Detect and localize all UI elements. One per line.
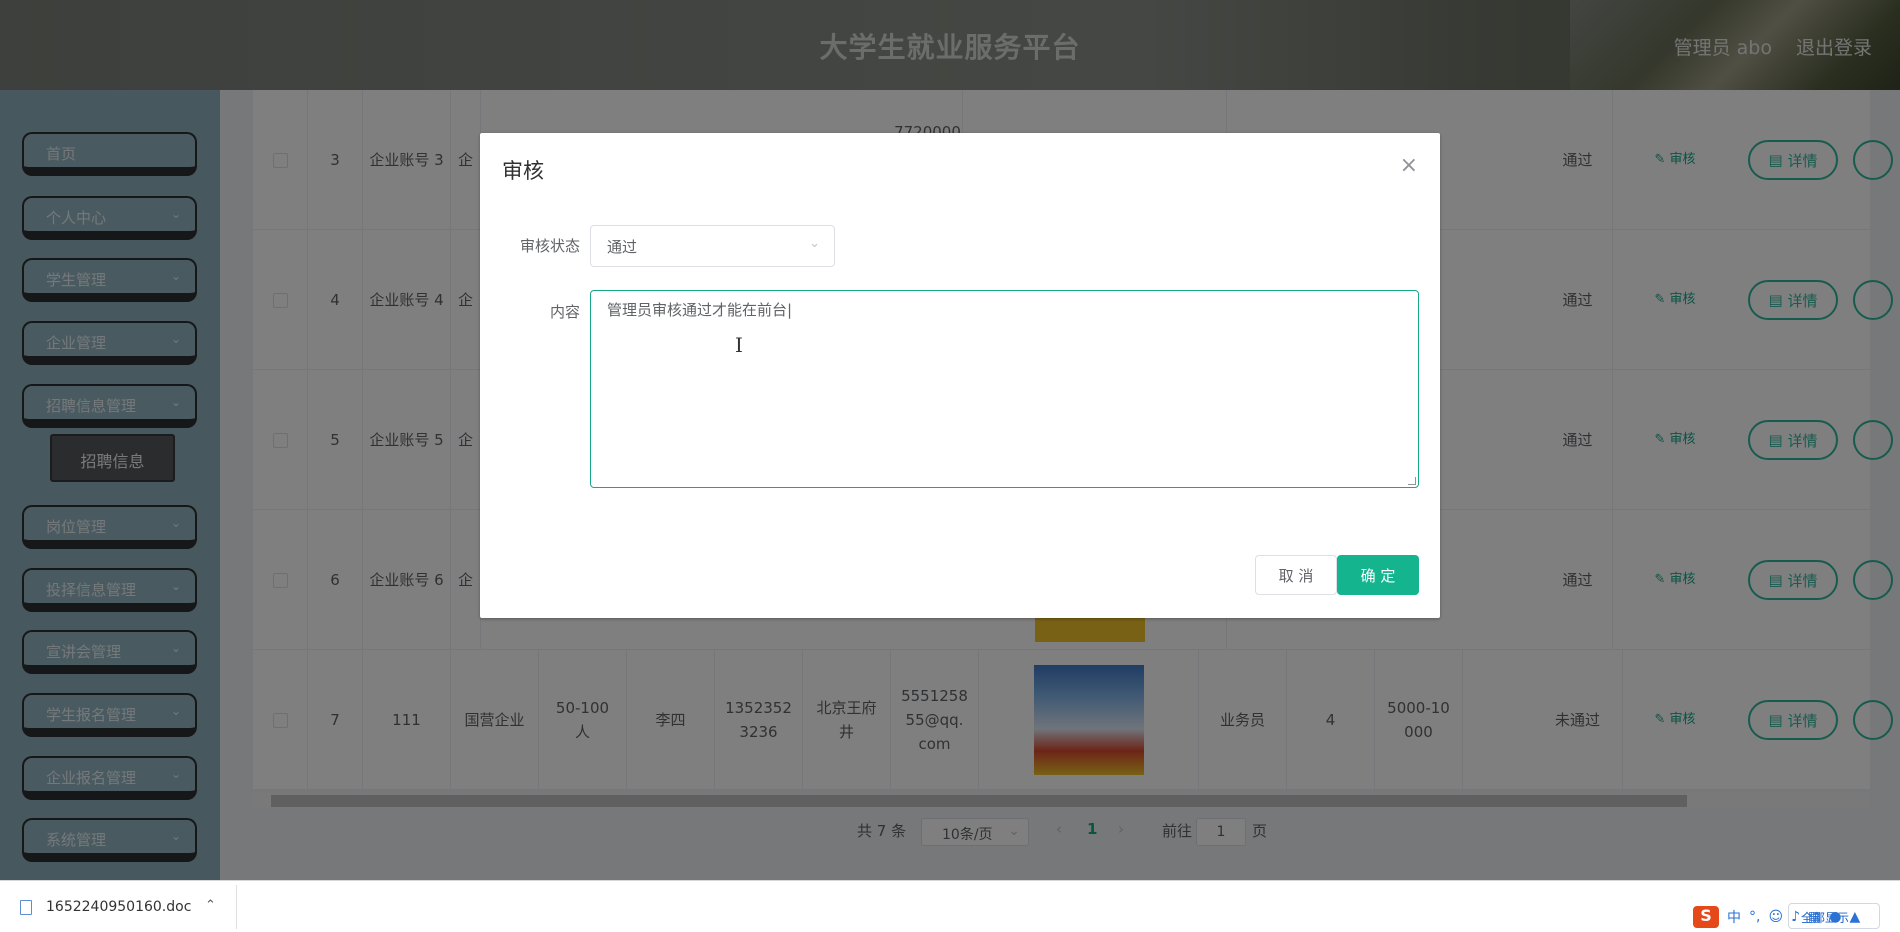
chevron-down-icon: ⌄ xyxy=(809,236,820,251)
audit-status-select[interactable]: 通过 ⌄ xyxy=(590,225,835,267)
chevron-up-icon[interactable]: ⌃ xyxy=(205,898,216,913)
content-textarea[interactable]: 管理员审核通过才能在前台| xyxy=(590,290,1419,488)
resize-handle-icon[interactable] xyxy=(1408,477,1416,485)
close-icon[interactable]: × xyxy=(1400,153,1418,178)
keyboard-icon[interactable]: ▦ xyxy=(1808,909,1821,925)
content-text: 管理员审核通过才能在前台| xyxy=(607,301,793,319)
content-label: 内容 xyxy=(549,303,580,321)
download-bar: 1652240950160.doc ⌃ 全部显示 xyxy=(0,880,1900,932)
dialog-title: 审核 xyxy=(502,159,544,183)
microphone-icon[interactable]: ♪ xyxy=(1791,909,1800,925)
divider xyxy=(236,885,237,929)
cancel-button[interactable]: 取 消 xyxy=(1255,555,1337,595)
audit-status-label: 审核状态 xyxy=(519,237,580,255)
ime-mode-indicator[interactable]: 中 xyxy=(1727,907,1741,927)
audit-dialog: 审核 × 审核状态 通过 ⌄ 内容 管理员审核通过才能在前台| I 取 消 确 … xyxy=(480,133,1440,618)
text-cursor-icon: I xyxy=(735,333,743,357)
user-icon[interactable]: ● xyxy=(1829,909,1841,925)
download-filename: 1652240950160.doc xyxy=(46,899,192,915)
punctuation-icon[interactable]: °, xyxy=(1749,909,1760,925)
document-icon xyxy=(20,899,32,915)
audit-status-value: 通过 xyxy=(607,238,638,256)
emoji-icon[interactable]: ☺ xyxy=(1768,909,1783,925)
ime-toolbar: S 中 °, ☺ ♪ ▦ ● ▲ xyxy=(1693,905,1893,929)
sogou-logo-icon[interactable]: S xyxy=(1693,906,1719,928)
skin-icon[interactable]: ▲ xyxy=(1849,909,1860,925)
confirm-button[interactable]: 确 定 xyxy=(1337,555,1419,595)
download-item[interactable]: 1652240950160.doc xyxy=(20,899,191,915)
